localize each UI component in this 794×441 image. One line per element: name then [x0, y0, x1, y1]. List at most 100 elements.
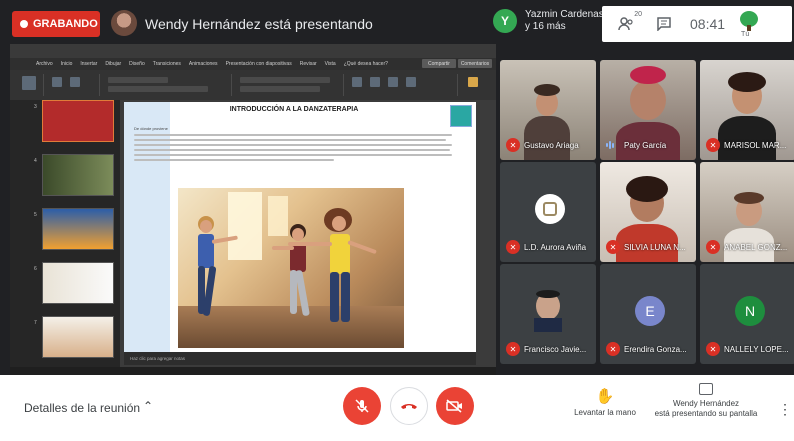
shared-screen: Archivo Inicio Insertar Dibujar Diseño T…	[10, 44, 496, 375]
menu-transiciones: Transiciones	[152, 61, 181, 67]
participant-tile[interactable]: N ✕ NALLELY LOPE...	[700, 264, 794, 364]
camera-toggle-button[interactable]	[436, 387, 474, 425]
participant-tile[interactable]: ✕ SILVIA LUNA N...	[600, 162, 696, 262]
presenter-title: Wendy Hernández está presentando	[145, 16, 373, 32]
mic-off-icon: ✕	[506, 342, 520, 356]
participants-line2: y 16 más	[525, 21, 566, 32]
self-tile[interactable]: Tú	[735, 9, 763, 39]
participant-name: Erendira Gonza...	[624, 345, 687, 354]
participant-tile[interactable]: ✕ Gustavo Ariaga	[500, 60, 596, 160]
menu-diseno: Diseño	[129, 61, 145, 67]
leave-call-button[interactable]	[390, 387, 428, 425]
thumb-slide-4	[42, 154, 114, 196]
arrange-icon	[370, 77, 380, 87]
participant-name: SILVIA LUNA N...	[624, 243, 686, 252]
participants-text: Yazmin Cardenas y 16 más	[525, 9, 604, 33]
slide-paragraph	[134, 134, 454, 164]
menu-insertar: Insertar	[80, 61, 98, 67]
paste-icon	[22, 76, 36, 90]
thumb-slide-3	[42, 100, 114, 142]
participant-tile[interactable]: E ✕ Erendira Gonza...	[600, 264, 696, 364]
mic-off-icon: ✕	[506, 240, 520, 254]
speaking-icon	[606, 140, 620, 150]
participant-tile[interactable]: ✕ MARISOL MAR...	[700, 60, 794, 160]
paragraph-row	[240, 77, 330, 83]
menu-archivo: Archivo	[36, 61, 53, 67]
slide-canvas: INTRODUCCIÓN A LA DANZATERAPIA De dónde …	[120, 100, 496, 367]
presenting-label: Wendy Hernández está presentando su pant…	[654, 399, 758, 418]
raise-hand-label: Levantar la mano	[574, 408, 636, 417]
meet-window: GRABANDO Wendy Hernández está presentand…	[0, 0, 794, 441]
meeting-details-button[interactable]: Detalles de la reunión	[24, 401, 140, 415]
participant-tile[interactable]: Paty García	[600, 60, 696, 160]
mouse-pointer-icon: ➤	[425, 264, 434, 275]
menu-tell-me: ¿Qué desea hacer?	[343, 61, 388, 67]
participant-letter-avatar: N	[735, 296, 765, 326]
ppt-ribbon	[10, 70, 496, 100]
top-right-panel: 20 08:41 Tú	[602, 6, 792, 42]
menu-presentacion: Presentación con diapositivas	[225, 61, 292, 67]
menu-animaciones: Animaciones	[188, 61, 218, 67]
record-dot-icon	[20, 20, 28, 28]
presenter-avatar	[111, 10, 137, 36]
participant-name: NALLELY LOPE...	[724, 345, 789, 354]
align-row	[240, 86, 320, 92]
ppt-titlebar	[10, 44, 496, 58]
menu-inicio: Inicio	[60, 61, 73, 67]
chevron-up-icon[interactable]: ⌃	[143, 399, 153, 413]
slide-notes: Haz clic para agregar notas	[124, 352, 476, 365]
participant-name: Gustavo Ariaga	[524, 141, 579, 150]
menu-vista: Vista	[324, 61, 336, 67]
you-label: Tú	[741, 31, 750, 38]
participants-chip[interactable]: Y Yazmin Cardenas y 16 más	[493, 9, 604, 33]
participant-video	[630, 80, 666, 120]
hang-up-icon	[401, 404, 417, 409]
participant-tile[interactable]: ✕ Francisco Javie...	[500, 264, 596, 364]
people-button[interactable]: 20	[612, 10, 642, 38]
mic-off-icon: ✕	[706, 138, 720, 152]
logo-icon	[543, 202, 557, 216]
mic-off-icon	[355, 399, 369, 413]
participant-name: Francisco Javie...	[524, 345, 587, 354]
chat-icon	[657, 17, 671, 31]
participants-line1: Yazmin Cardenas	[525, 9, 604, 20]
mic-off-icon: ✕	[606, 342, 620, 356]
thumb-slide-5	[42, 208, 114, 250]
ppt-comments-button: Comentarios	[458, 59, 492, 68]
chat-button[interactable]	[650, 10, 678, 38]
raise-hand-button[interactable]: ✋ Levantar la mano	[570, 387, 640, 417]
mic-toggle-button[interactable]	[343, 387, 381, 425]
mic-off-icon: ✕	[706, 240, 720, 254]
mic-off-icon: ✕	[506, 138, 520, 152]
people-icon	[618, 17, 633, 31]
presenting-status-button[interactable]: Wendy Hernández está presentando su pant…	[650, 383, 762, 419]
people-count: 20	[634, 11, 642, 18]
menu-revisar: Revisar	[299, 61, 317, 67]
participant-tile[interactable]: ✕ L.D. Aurora Aviña	[500, 162, 596, 262]
ideas-icon	[468, 77, 478, 87]
new-slide-icon	[52, 77, 62, 87]
slide-corner-decoration	[450, 105, 472, 127]
ppt-statusbar	[10, 367, 496, 375]
thumb-slide-6	[42, 262, 114, 304]
participant-name: L.D. Aurora Aviña	[524, 243, 587, 252]
participant-name: MARISOL MAR...	[724, 141, 787, 150]
slide-subtitle: De dónde proviene	[134, 126, 168, 131]
participant-avatar: Y	[493, 9, 517, 33]
font-box	[108, 77, 168, 83]
participant-logo-avatar	[535, 194, 565, 224]
format-row	[108, 86, 208, 92]
video-grid: ✕ Gustavo Ariaga Paty García ✕ MARISOL M…	[500, 58, 794, 368]
edit-icon	[406, 77, 416, 87]
hand-icon: ✋	[595, 388, 615, 405]
recording-label: GRABANDO	[33, 18, 98, 30]
menu-dibujar: Dibujar	[105, 61, 122, 67]
thumb-slide-7	[42, 316, 114, 358]
participant-name: Paty García	[624, 141, 667, 150]
shapes-icon	[352, 77, 362, 87]
ppt-share-button: Compartir	[422, 59, 456, 68]
participant-tile[interactable]: ✕ ANABEL GONZ...	[700, 162, 794, 262]
camera-off-icon	[446, 399, 462, 413]
top-bar: GRABANDO Wendy Hernández está presentand…	[0, 0, 794, 44]
more-options-icon[interactable]: ⋮	[778, 401, 792, 418]
